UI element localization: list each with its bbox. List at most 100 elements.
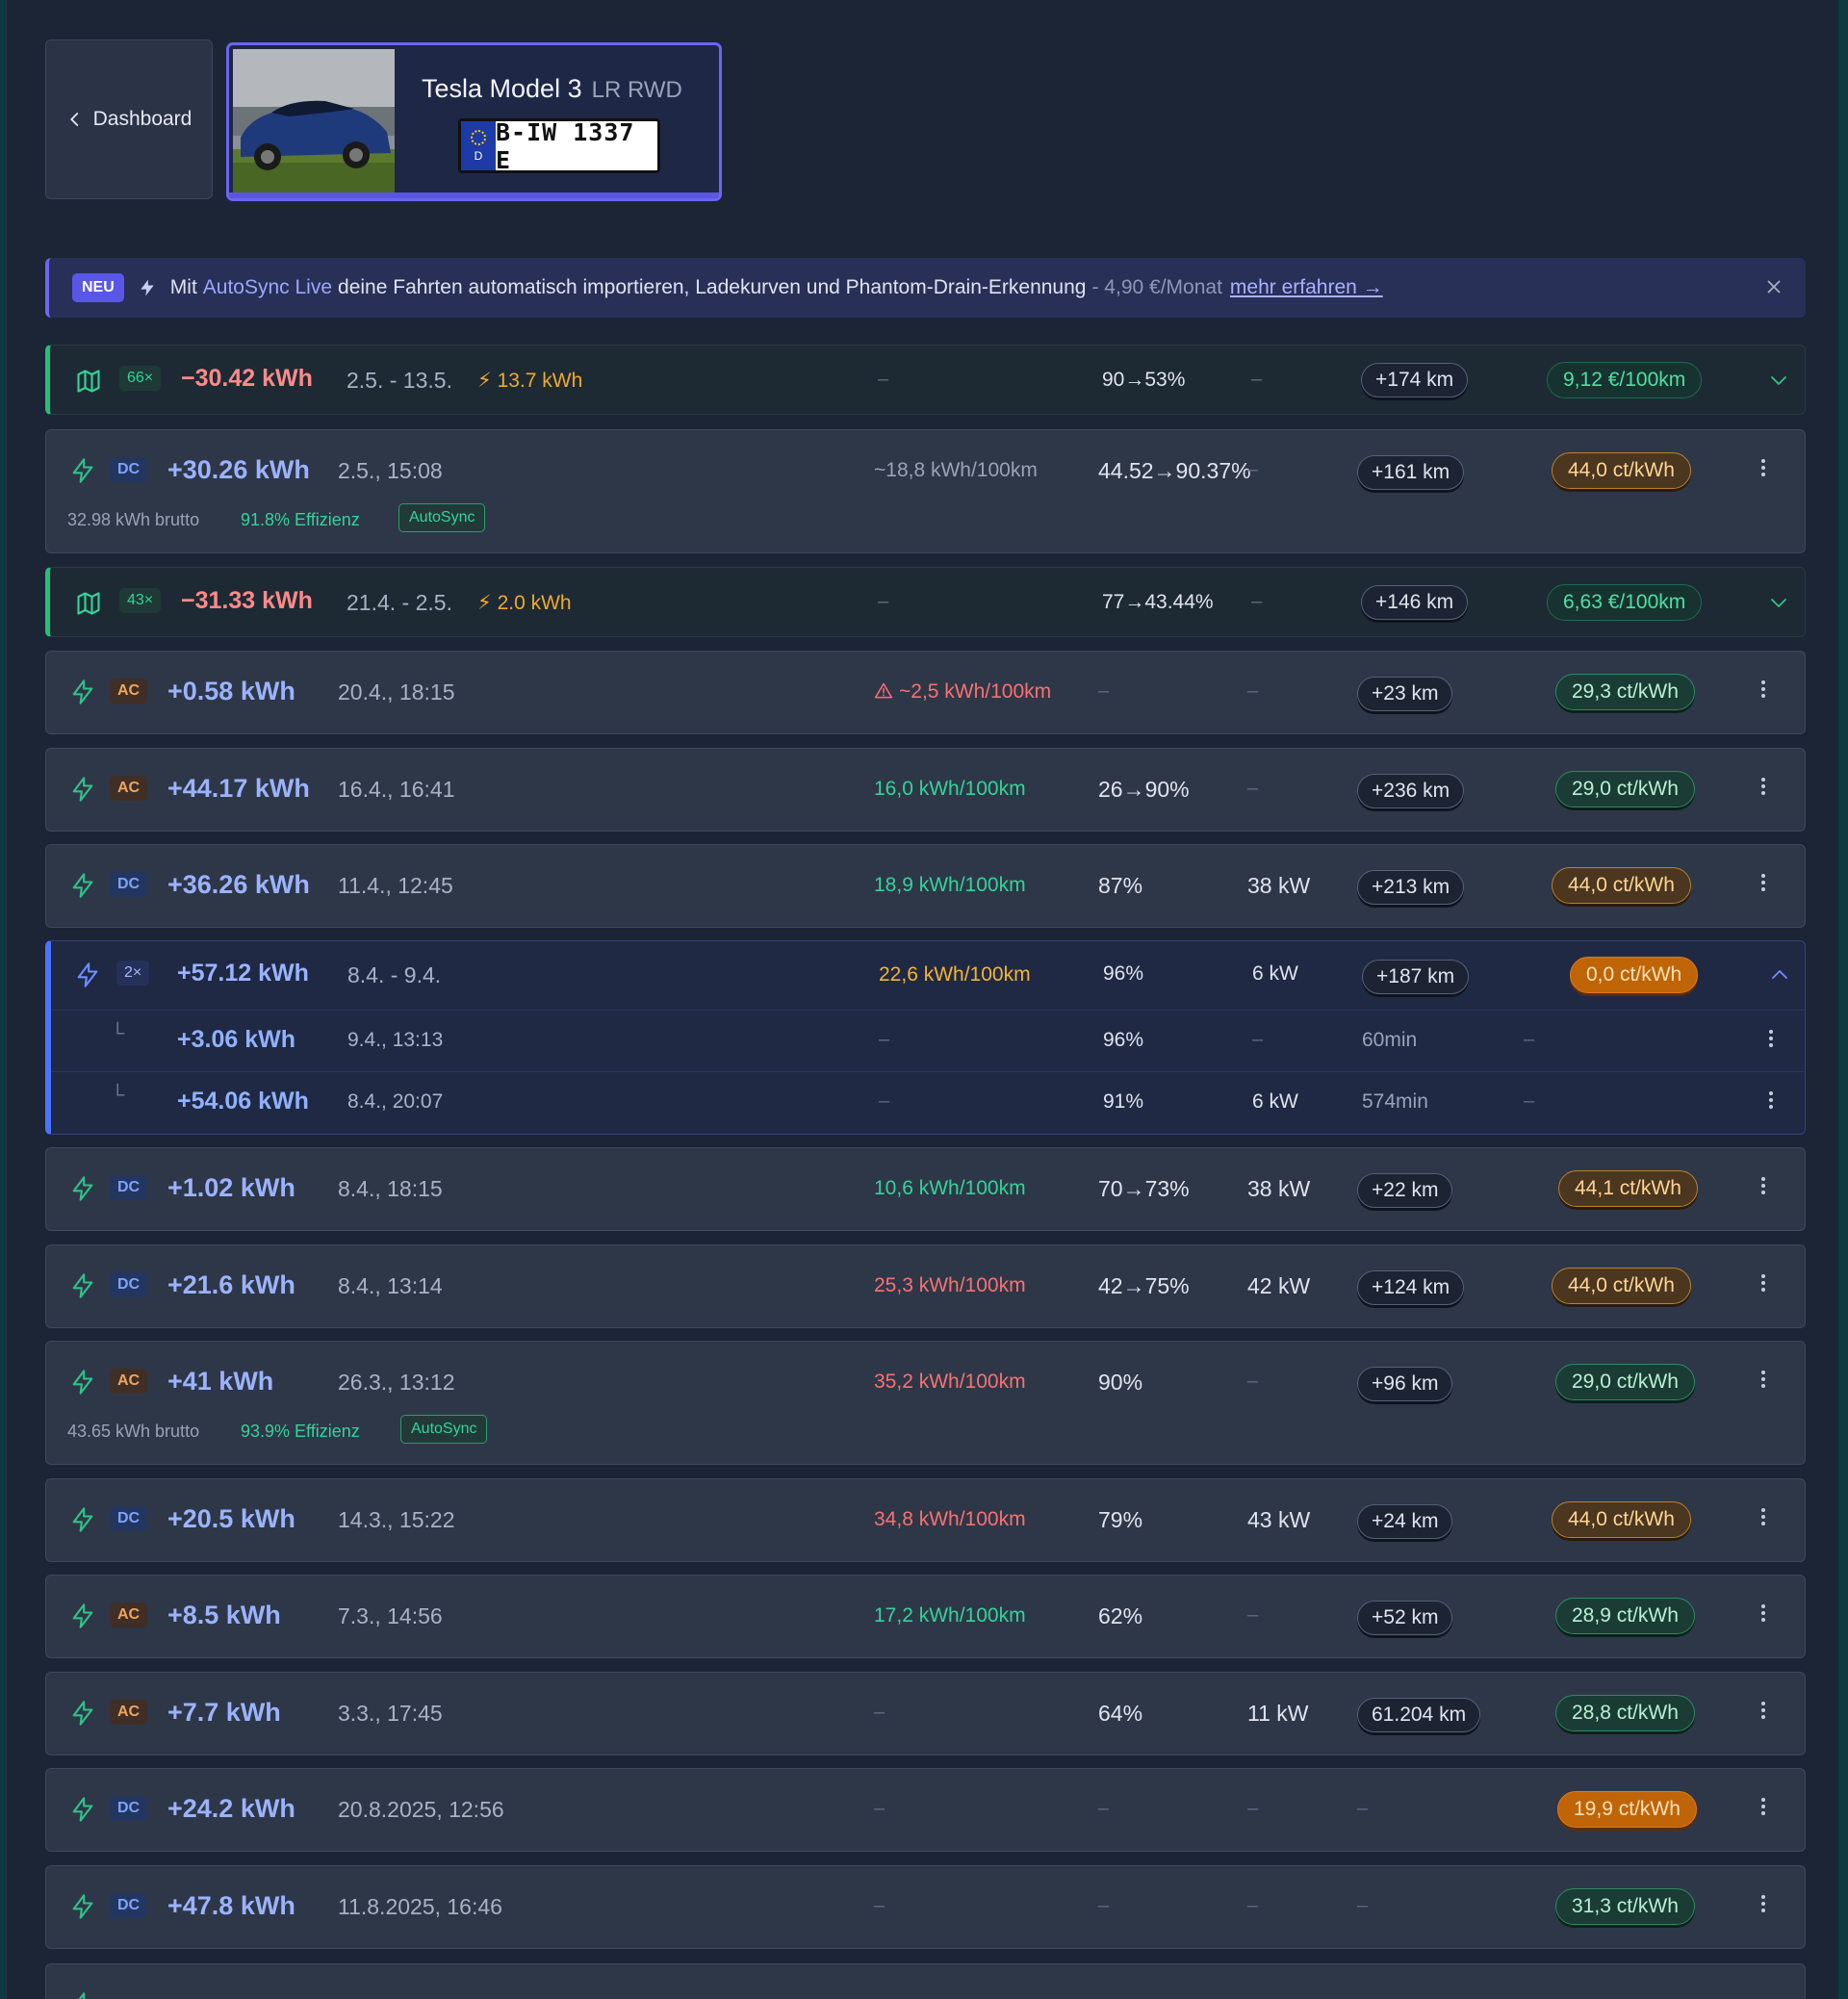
charge-group-row[interactable]: 2× +57.12 kWh 8.4. - 9.4. 22,6 kWh/100km 96%… [45, 940, 1806, 1135]
soc: 62% [1098, 1603, 1143, 1628]
consumption-empty: – [879, 1090, 890, 1112]
charge-row[interactable]: DC +30.26 kWh 2.5., 15:08 ~18,8 kWh/100km 44… [45, 429, 1806, 553]
car-title: Tesla Model 3 LR RWD [422, 74, 682, 104]
charge-date: 7.3., 14:56 [338, 1603, 443, 1628]
chevron-left-icon [69, 113, 78, 126]
bolt-icon [72, 1894, 93, 1919]
charge-date: 11.4., 12:45 [338, 873, 453, 898]
price-pill: 44,0 ct/kWh [1552, 867, 1691, 904]
session-energy: +54.06 kWh [177, 1088, 309, 1115]
price-pill: 44,0 ct/kWh [1552, 452, 1691, 489]
session-energy: +3.06 kWh [177, 1026, 295, 1053]
charge-row[interactable]: AC +8.5 kWh 7.3., 14:56 17,2 kWh/100km 62% – +… [45, 1575, 1806, 1658]
more-options-icon[interactable] [1760, 1892, 1766, 1915]
charge-date: 8.4., 13:14 [338, 1273, 443, 1298]
soc-range: 90→53% [1102, 369, 1186, 391]
soc-empty: – [1098, 1798, 1110, 1819]
power-empty: – [1247, 1895, 1259, 1916]
charge-row[interactable]: DC +1.02 kWh 8.4., 18:15 10,6 kWh/100km 70→7… [45, 1147, 1806, 1231]
more-options-icon[interactable] [1760, 1699, 1766, 1722]
more-options-icon[interactable] [1760, 1368, 1766, 1391]
more-options-icon[interactable] [1768, 1027, 1774, 1050]
power-empty: – [1252, 1029, 1264, 1050]
more-options-icon[interactable] [1760, 1602, 1766, 1625]
back-to-dashboard-button[interactable]: Dashboard [45, 39, 213, 199]
range-added-pill: +236 km [1357, 774, 1465, 808]
trip-summary-row[interactable]: 66× −30.42 kWh 2.5. - 13.5. ⚡ 13.7 kWh – 90→5… [45, 345, 1806, 415]
range-added-pill: +24 km [1357, 1504, 1453, 1539]
chevron-down-icon[interactable] [1767, 591, 1790, 614]
more-options-icon[interactable] [1760, 456, 1766, 479]
close-icon[interactable] [1763, 276, 1784, 297]
consumption: ~2,5 kWh/100km [874, 680, 1051, 704]
bolt-icon [77, 962, 98, 987]
bolt-icon [72, 1176, 93, 1201]
more-options-icon[interactable] [1760, 1505, 1766, 1528]
session-date: 8.4., 20:07 [347, 1090, 444, 1113]
more-options-icon[interactable] [1760, 1795, 1766, 1818]
license-plate: D B-IW 1337 E [458, 118, 660, 173]
charger-type-badge: DC [110, 457, 148, 482]
car-variant: LR RWD [591, 77, 682, 103]
charger-type-badge: DC [110, 1506, 148, 1531]
charge-row[interactable]: AC +0.58 kWh 20.4., 18:15 ~2,5 kWh/100km – – +… [45, 651, 1806, 734]
soc: 42→75% [1098, 1273, 1190, 1298]
autosync-badge: AutoSync [398, 503, 486, 532]
efficiency: 91.8% Effizienz [241, 510, 360, 529]
charge-row[interactable]: DC +24.2 kWh 20.8.2025, 12:56 – – – – 19,9 ct/k… [45, 1768, 1806, 1852]
consumption-empty: – [874, 1702, 886, 1723]
trip-summary-row[interactable]: 43× −31.33 kWh 21.4. - 2.5. ⚡ 2.0 kWh – 77→43… [45, 567, 1806, 637]
consumption: 16,0 kWh/100km [874, 778, 1026, 800]
trip-date-range: 2.5. - 13.5. [346, 368, 452, 393]
charge-row[interactable]: DC +21.6 kWh 8.4., 13:14 25,3 kWh/100km 42→7… [45, 1244, 1806, 1328]
chevron-down-icon[interactable] [1767, 369, 1790, 392]
more-options-icon[interactable] [1760, 1174, 1766, 1197]
charge-energy: +8.5 kWh [167, 1601, 281, 1629]
bolt-icon [72, 1701, 93, 1726]
charge-row[interactable]: AC +7.7 kWh 3.3., 17:45 – 64% 11 kW 61.204 km 2… [45, 1672, 1806, 1756]
trip-date-range: 21.4. - 2.5. [346, 590, 452, 615]
charge-row[interactable]: AC +44.17 kWh 16.4., 16:41 16,0 kWh/100km 26… [45, 748, 1806, 832]
charge-row[interactable]: DC +36.26 kWh 11.4., 12:45 18,9 kWh/100km 87… [45, 844, 1806, 928]
more-options-icon[interactable] [1768, 1089, 1774, 1112]
power-empty: – [1247, 459, 1259, 480]
bolt-icon [72, 1507, 93, 1532]
bolt-icon [72, 777, 93, 802]
more-options-icon[interactable] [1760, 775, 1766, 798]
charge-row-partial[interactable] [45, 1963, 1806, 1999]
car-photo [233, 49, 395, 195]
charge-date: 16.4., 16:41 [338, 777, 455, 802]
charge-power: 38 kW [1247, 1176, 1311, 1201]
trip-energy: −30.42 kWh [181, 365, 313, 392]
soc: 64% [1098, 1701, 1143, 1726]
charge-energy: +44.17 kWh [167, 774, 310, 803]
charge-date: 14.3., 15:22 [338, 1507, 455, 1532]
trip-energy: −31.33 kWh [181, 587, 313, 614]
range-added-pill: +96 km [1357, 1367, 1453, 1401]
charge-row[interactable]: DC +47.8 kWh 11.8.2025, 16:46 – – – – 31,3 ct/k… [45, 1865, 1806, 1949]
car-name: Tesla Model 3 [422, 74, 582, 103]
eu-flag-icon: D [461, 121, 496, 170]
map-icon [77, 592, 100, 615]
bolt-icon [72, 1370, 93, 1395]
price-pill: 44,1 ct/kWh [1558, 1170, 1698, 1207]
autosync-badge: AutoSync [400, 1415, 488, 1444]
more-options-icon[interactable] [1760, 871, 1766, 894]
power-empty: – [1247, 1371, 1259, 1392]
chevron-up-icon[interactable] [1768, 963, 1791, 987]
charger-type-badge: AC [110, 679, 148, 704]
range-added-pill: 61.204 km [1357, 1698, 1481, 1732]
learn-more-link[interactable]: mehr erfahren → [1230, 276, 1383, 299]
vehicle-card[interactable]: Tesla Model 3 LR RWD D B-IW 1337 E [226, 42, 722, 201]
charge-row[interactable]: DC +20.5 kWh 14.3., 15:22 34,8 kWh/100km 79%… [45, 1478, 1806, 1562]
charge-date: 8.4., 18:15 [338, 1176, 443, 1201]
charge-row[interactable]: AC +41 kWh 26.3., 13:12 35,2 kWh/100km 90% – +… [45, 1341, 1806, 1465]
consumption-empty: – [874, 1895, 886, 1916]
more-options-icon[interactable] [1760, 1271, 1766, 1294]
more-options-icon[interactable] [1760, 678, 1766, 701]
soc: 96% [1103, 962, 1144, 985]
charge-date: 3.3., 17:45 [338, 1701, 443, 1726]
charge-energy: +7.7 kWh [167, 1698, 281, 1727]
price-pill: 44,0 ct/kWh [1552, 1268, 1691, 1304]
new-badge: NEU [72, 273, 124, 302]
